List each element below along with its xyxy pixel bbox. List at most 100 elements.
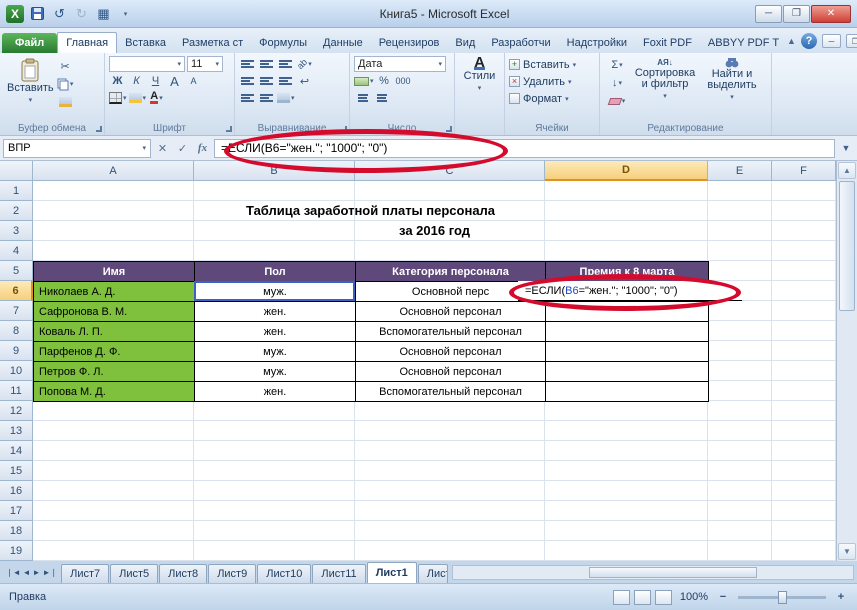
cell-b9[interactable]: муж. xyxy=(195,342,356,362)
percent-format-icon[interactable]: % xyxy=(376,73,393,89)
bold-button[interactable]: Ж xyxy=(109,73,126,89)
font-color-icon[interactable]: А ▾ xyxy=(148,90,165,106)
redo-icon[interactable]: ↻ xyxy=(73,5,90,22)
cell-d8[interactable] xyxy=(546,322,709,342)
row-header-12[interactable]: 12 xyxy=(0,401,33,421)
row-header-10[interactable]: 10 xyxy=(0,361,33,381)
help-icon[interactable]: ? xyxy=(800,33,817,49)
cell-b11[interactable]: жен. xyxy=(195,382,356,402)
fill-color-icon[interactable]: ▾ xyxy=(128,90,146,106)
tab-data[interactable]: Данные xyxy=(315,33,371,53)
cell-a7[interactable]: Сафронова В. М. xyxy=(34,302,195,322)
copy-icon[interactable]: ▾ xyxy=(57,76,74,92)
row-header-2[interactable]: 2 xyxy=(0,201,33,221)
number-format-combo[interactable]: Дата ▾ xyxy=(354,56,446,72)
tab-addins[interactable]: Надстройки xyxy=(559,33,635,53)
row-header-15[interactable]: 15 xyxy=(0,461,33,481)
row-header-13[interactable]: 13 xyxy=(0,421,33,441)
increase-indent-icon[interactable] xyxy=(258,90,275,106)
cell-d10[interactable] xyxy=(546,362,709,382)
row-header-17[interactable]: 17 xyxy=(0,501,33,521)
cell-b8[interactable]: жен. xyxy=(195,322,356,342)
zoom-slider-thumb[interactable] xyxy=(778,590,787,604)
cell-d9[interactable] xyxy=(546,342,709,362)
row-header-8[interactable]: 8 xyxy=(0,321,33,341)
fill-button[interactable]: ↓ ▾ xyxy=(604,75,630,91)
enter-icon[interactable]: ✓ xyxy=(174,139,191,157)
formula-input[interactable]: =ЕСЛИ(B6="жен."; "1000"; "0") xyxy=(214,138,835,158)
increase-decimal-icon[interactable] xyxy=(354,90,371,106)
zoom-in-icon[interactable]: + xyxy=(834,591,848,603)
tab-insert[interactable]: Вставка xyxy=(117,33,174,53)
last-sheet-icon[interactable]: ►❘ xyxy=(42,568,57,577)
column-header-e[interactable]: E xyxy=(708,161,772,181)
tab-foxit-pdf[interactable]: Foxit PDF xyxy=(635,33,700,53)
font-name-combo[interactable]: ▾ xyxy=(109,56,185,72)
tab-file[interactable]: Файл xyxy=(2,33,58,53)
cell-c9[interactable]: Основной персонал xyxy=(356,342,546,362)
first-sheet-icon[interactable]: ❘◄ xyxy=(6,568,21,577)
scroll-down-icon[interactable]: ▼ xyxy=(838,543,856,560)
tab-review[interactable]: Рецензиров xyxy=(371,33,448,53)
row-header-9[interactable]: 9 xyxy=(0,341,33,361)
row-header-16[interactable]: 16 xyxy=(0,481,33,501)
prev-sheet-icon[interactable]: ◄ xyxy=(23,568,31,577)
cell-c7[interactable]: Основной персонал xyxy=(356,302,546,322)
cell-d11[interactable] xyxy=(546,382,709,402)
cell-d6-edit-overlay[interactable]: =ЕСЛИ(B6 ="жен."; "1000"; "0") xyxy=(518,281,742,301)
align-bottom-icon[interactable] xyxy=(277,56,294,72)
cell-b7[interactable]: жен. xyxy=(195,302,356,322)
minimize-button[interactable]: ─ xyxy=(755,4,782,23)
table-header-category[interactable]: Категория персонала xyxy=(356,262,546,282)
expand-formula-bar-icon[interactable]: ▼ xyxy=(838,143,854,153)
format-cells-button[interactable]: Формат ▾ xyxy=(509,90,595,107)
comma-format-icon[interactable]: 000 xyxy=(395,73,412,89)
qat-customize-icon[interactable]: ▾ xyxy=(117,5,134,22)
horizontal-scrollbar[interactable] xyxy=(451,565,854,580)
currency-format-icon[interactable]: ▾ xyxy=(354,73,374,89)
row-header-6[interactable]: 6 xyxy=(0,281,33,301)
delete-cells-button[interactable]: × Удалить ▾ xyxy=(509,73,595,90)
font-dialog-launcher-icon[interactable] xyxy=(226,126,232,132)
worksheet-grid[interactable]: Таблица заработной платы персонала за 20… xyxy=(0,161,836,561)
next-sheet-icon[interactable]: ► xyxy=(33,568,41,577)
horizontal-scroll-thumb[interactable] xyxy=(588,567,757,578)
sheet-tab-list1[interactable]: Лист1 xyxy=(366,562,417,583)
row-header-3[interactable]: 3 xyxy=(0,221,33,241)
cell-c8[interactable]: Вспомогательный персонал xyxy=(356,322,546,342)
merge-center-icon[interactable]: ▾ xyxy=(277,90,295,106)
zoom-level[interactable]: 100% xyxy=(680,591,708,603)
cell-a10[interactable]: Петров Ф. Л. xyxy=(34,362,195,382)
tab-scroll-buttons[interactable]: ❘◄ ◄ ► ►❘ xyxy=(2,561,61,583)
name-box[interactable]: ВПР ▾ xyxy=(3,138,151,158)
cell-d7[interactable] xyxy=(546,302,709,322)
select-all-corner[interactable] xyxy=(0,161,33,181)
wrap-text-icon[interactable]: ↩ xyxy=(296,73,313,89)
align-top-icon[interactable] xyxy=(239,56,256,72)
sort-filter-button[interactable]: АЯ↓ Сортировка и фильтр ▾ xyxy=(630,56,700,109)
shrink-font-button[interactable]: А xyxy=(185,73,202,89)
normal-view-icon[interactable] xyxy=(612,589,630,605)
align-left-icon[interactable] xyxy=(239,73,256,89)
tab-abbyy-pdf[interactable]: ABBYY PDF T xyxy=(700,33,787,53)
doc-minimize-icon[interactable]: ─ xyxy=(821,34,841,48)
find-select-button[interactable]: Найти и выделить ▾ xyxy=(700,56,764,109)
decrease-decimal-icon[interactable] xyxy=(373,90,390,106)
tab-view[interactable]: Вид xyxy=(447,33,483,53)
row-header-4[interactable]: 4 xyxy=(0,241,33,261)
table-header-gender[interactable]: Пол xyxy=(195,262,356,282)
grow-font-button[interactable]: А xyxy=(166,73,183,89)
orientation-icon[interactable]: ab ▾ xyxy=(295,56,313,72)
sheet-tab-list10[interactable]: Лист10 xyxy=(257,564,312,583)
underline-button[interactable]: Ч xyxy=(147,73,164,89)
table-header-bonus[interactable]: Премия к 8 марта xyxy=(546,262,709,282)
sheet-tab-partial[interactable]: Лист xyxy=(417,564,448,583)
row-header-5[interactable]: 5 xyxy=(0,261,33,281)
cell-a8[interactable]: Коваль Л. П. xyxy=(34,322,195,342)
format-painter-icon[interactable] xyxy=(57,94,74,110)
row-header-19[interactable]: 19 xyxy=(0,541,33,561)
vertical-scrollbar[interactable]: ▲ ▼ xyxy=(836,161,857,561)
cell-c11[interactable]: Вспомогательный персонал xyxy=(356,382,546,402)
row-header-14[interactable]: 14 xyxy=(0,441,33,461)
undo-icon[interactable]: ↺ xyxy=(51,5,68,22)
